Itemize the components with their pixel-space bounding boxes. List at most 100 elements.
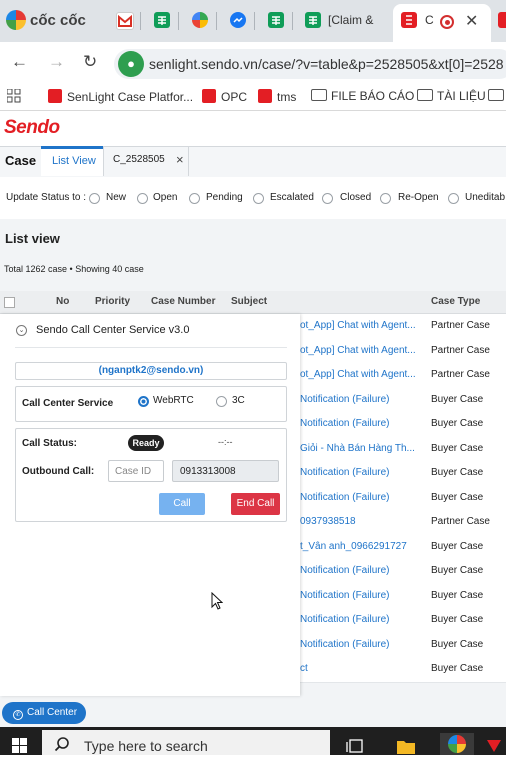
- status-escalated-label: Escalated: [270, 192, 314, 203]
- tab-separator: [178, 12, 179, 30]
- radio-pending[interactable]: [189, 193, 200, 204]
- bookmark-tai-lieu[interactable]: TÀI LIỆU: [417, 89, 486, 103]
- col-case-type[interactable]: Case Type: [431, 296, 480, 307]
- row-case-type: Buyer Case: [431, 540, 484, 552]
- reload-icon[interactable]: ↻: [83, 52, 97, 72]
- file-explorer-icon[interactable]: [396, 738, 416, 757]
- row-subject[interactable]: ct: [300, 663, 308, 674]
- call-center-fab[interactable]: ✆ Call Center: [2, 702, 86, 724]
- radio-new[interactable]: [89, 193, 100, 204]
- sheets-icon[interactable]: [268, 12, 284, 28]
- case-id-input[interactable]: Case ID: [108, 460, 164, 482]
- coccoc-logo[interactable]: cốc cốc: [6, 10, 86, 30]
- status-closed-label: Closed: [340, 192, 372, 203]
- tab-claim[interactable]: [Claim &: [328, 13, 373, 27]
- col-no[interactable]: No: [56, 296, 69, 307]
- call-timer: --:--: [218, 437, 233, 447]
- app-icon[interactable]: [192, 12, 208, 28]
- row-subject[interactable]: Notification (Failure): [300, 565, 389, 576]
- row-subject[interactable]: ot_App] Chat with Agent...: [300, 369, 416, 380]
- row-subject[interactable]: ot_App] Chat with Agent...: [300, 320, 416, 331]
- search-icon: [54, 737, 69, 752]
- phone-input[interactable]: 0913313008: [172, 460, 279, 482]
- row-case-type: Partner Case: [431, 369, 490, 380]
- radio-reopen[interactable]: [380, 193, 391, 204]
- phone-icon: ✆: [13, 710, 23, 720]
- row-subject[interactable]: Notification (Failure): [300, 590, 389, 601]
- row-case-type: Buyer Case: [431, 589, 484, 601]
- row-subject[interactable]: Notification (Failure): [300, 467, 389, 478]
- windows-start-icon[interactable]: [12, 738, 28, 754]
- radio-webrtc[interactable]: [138, 396, 149, 407]
- status-uneditable-label: Uneditab: [465, 192, 506, 203]
- bookmark-folder[interactable]: [488, 89, 506, 103]
- apps-grid-icon[interactable]: [6, 88, 21, 103]
- row-subject[interactable]: Notification (Failure): [300, 418, 389, 429]
- messenger-icon[interactable]: [230, 12, 246, 28]
- tab-list-view[interactable]: List View: [41, 146, 103, 176]
- close-tab-icon[interactable]: ✕: [465, 11, 478, 31]
- tab-case-detail[interactable]: C_2528505 ×: [103, 146, 189, 176]
- row-subject[interactable]: Notification (Failure): [300, 639, 389, 650]
- row-case-type: Buyer Case: [431, 565, 484, 576]
- module-case[interactable]: Case: [5, 153, 36, 168]
- task-view-icon[interactable]: [346, 738, 364, 757]
- row-case-type: Buyer Case: [431, 638, 484, 650]
- end-call-button[interactable]: End Call: [231, 493, 280, 515]
- gmail-icon[interactable]: [116, 12, 134, 30]
- total-count: Total 1262 case • Showing 40 case: [4, 264, 144, 274]
- radio-open[interactable]: [137, 193, 148, 204]
- browser-brand: cốc cốc: [30, 11, 86, 29]
- call-center-title: Sendo Call Center Service v3.0: [36, 324, 190, 336]
- radio-3c[interactable]: [216, 396, 227, 407]
- list-view-title: List view: [5, 231, 60, 246]
- call-button[interactable]: Call: [159, 493, 205, 515]
- radio-escalated[interactable]: [253, 193, 264, 204]
- tab-separator: [292, 12, 293, 30]
- row-subject[interactable]: Notification (Failure): [300, 492, 389, 503]
- coccoc-taskbar-icon[interactable]: [440, 733, 474, 755]
- bookmark-tms[interactable]: tms: [258, 89, 296, 104]
- row-case-type: Buyer Case: [431, 442, 484, 454]
- col-priority[interactable]: Priority: [95, 296, 130, 307]
- col-subject[interactable]: Subject: [231, 296, 267, 307]
- mic-icon[interactable]: ●: [118, 51, 144, 77]
- back-icon[interactable]: ←: [11, 52, 28, 72]
- sheets-icon[interactable]: [305, 12, 321, 28]
- radio-uneditable[interactable]: [448, 193, 459, 204]
- select-all-checkbox[interactable]: [4, 297, 15, 308]
- app-taskbar-icon[interactable]: [485, 738, 503, 757]
- sendo-icon[interactable]: [498, 12, 506, 28]
- status-reopen-label: Re-Open: [398, 192, 439, 203]
- col-case-number[interactable]: Case Number: [151, 296, 215, 307]
- status-open-label: Open: [153, 192, 178, 203]
- forward-icon[interactable]: →: [48, 52, 65, 72]
- tab-separator: [216, 12, 217, 30]
- close-icon[interactable]: ×: [176, 152, 184, 167]
- row-subject[interactable]: 0937938518: [300, 516, 356, 527]
- mouse-cursor-icon: [211, 591, 224, 613]
- folder-icon: [488, 89, 504, 101]
- row-subject[interactable]: Notification (Failure): [300, 394, 389, 405]
- row-subject[interactable]: Notification (Failure): [300, 614, 389, 625]
- row-subject[interactable]: ot_App] Chat with Agent...: [300, 345, 416, 356]
- sendo-icon: [202, 89, 216, 103]
- service-label: Call Center Service: [22, 398, 114, 409]
- collapse-icon[interactable]: ⌄: [16, 325, 27, 336]
- row-subject[interactable]: Giỏi - Nhà Bán Hàng Th...: [300, 443, 415, 454]
- status-badge: Ready: [128, 435, 164, 451]
- bookmark-file-bao-cao[interactable]: FILE BÁO CÁO: [311, 89, 414, 103]
- taskbar-search[interactable]: Type here to search: [42, 730, 330, 755]
- sendo-logo[interactable]: Sendo: [4, 117, 60, 139]
- bookmark-opc[interactable]: OPC: [202, 89, 247, 104]
- tab-separator: [140, 12, 141, 30]
- bookmark-senlight[interactable]: SenLight Case Platfor...: [48, 89, 193, 104]
- folder-icon: [311, 89, 327, 101]
- sheets-icon[interactable]: [154, 12, 170, 28]
- sendo-icon: [48, 89, 62, 103]
- folder-icon: [417, 89, 433, 101]
- url-text[interactable]: senlight.sendo.vn/case/?v=table&p=252850…: [149, 56, 504, 72]
- coccoc-logo-icon: [6, 10, 26, 30]
- row-subject[interactable]: t_Vân anh_0966291727: [300, 541, 407, 552]
- radio-closed[interactable]: [322, 193, 333, 204]
